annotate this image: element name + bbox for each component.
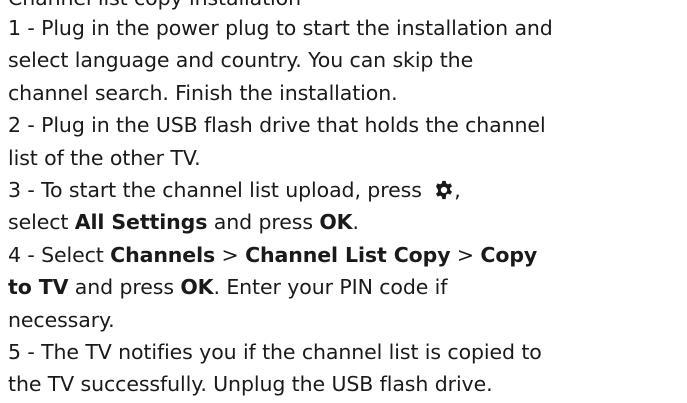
step-4-line-3: necessary.: [8, 307, 115, 332]
all-settings-label: All Settings: [74, 210, 208, 235]
step-1-line-1: 1 - Plug in the power plug to start the …: [8, 16, 553, 40]
ok-key-label-2: OK: [180, 275, 214, 300]
gear-icon: [434, 180, 454, 200]
step-3-text: 3 - To start the channel list upload, pr…: [8, 178, 429, 203]
channels-label: Channels: [110, 242, 216, 267]
channel-list-copy-label: Channel List Copy: [245, 242, 451, 267]
step-1-line-2: select language and country. You can ski…: [8, 48, 474, 73]
step-3-and-press: and press: [207, 210, 320, 235]
step-4-select: 4 - Select: [8, 242, 111, 267]
step-4-tail: . Enter your PIN code if: [213, 275, 448, 300]
step-3-line-2: select All Settings and press OK.: [8, 206, 687, 238]
to-tv-label: to TV: [8, 275, 69, 300]
step-2-line-1: 2 - Plug in the USB flash drive that hol…: [8, 113, 546, 138]
menu-separator: >: [215, 242, 246, 267]
step-5-line-1: 5 - The TV notifies you if the channel l…: [8, 340, 542, 365]
step-4-and-press: and press: [68, 275, 181, 300]
copy-label: Copy: [480, 242, 538, 267]
step-2-line-2: list of the other TV.: [8, 145, 201, 170]
step-1-line-3: channel search. Finish the installation.: [8, 80, 398, 105]
step-3-select: select: [8, 210, 75, 235]
step-3-line-1: 3 - To start the channel list upload, pr…: [8, 178, 461, 203]
step-4-line-1: 4 - Select Channels > Channel List Copy …: [8, 239, 687, 271]
instructions: 1 - Plug in the power plug to start the …: [8, 12, 687, 401]
manual-page: Channel list copy installation 1 - Plug …: [0, 0, 687, 403]
menu-separator-2: >: [450, 242, 481, 267]
step-3-end: .: [352, 210, 359, 235]
ok-key-label: OK: [319, 210, 353, 235]
step-5-line-2: the TV successfully. Unplug the USB flas…: [8, 372, 493, 397]
step-4-line-2: to TV and press OK. Enter your PIN code …: [8, 271, 687, 303]
